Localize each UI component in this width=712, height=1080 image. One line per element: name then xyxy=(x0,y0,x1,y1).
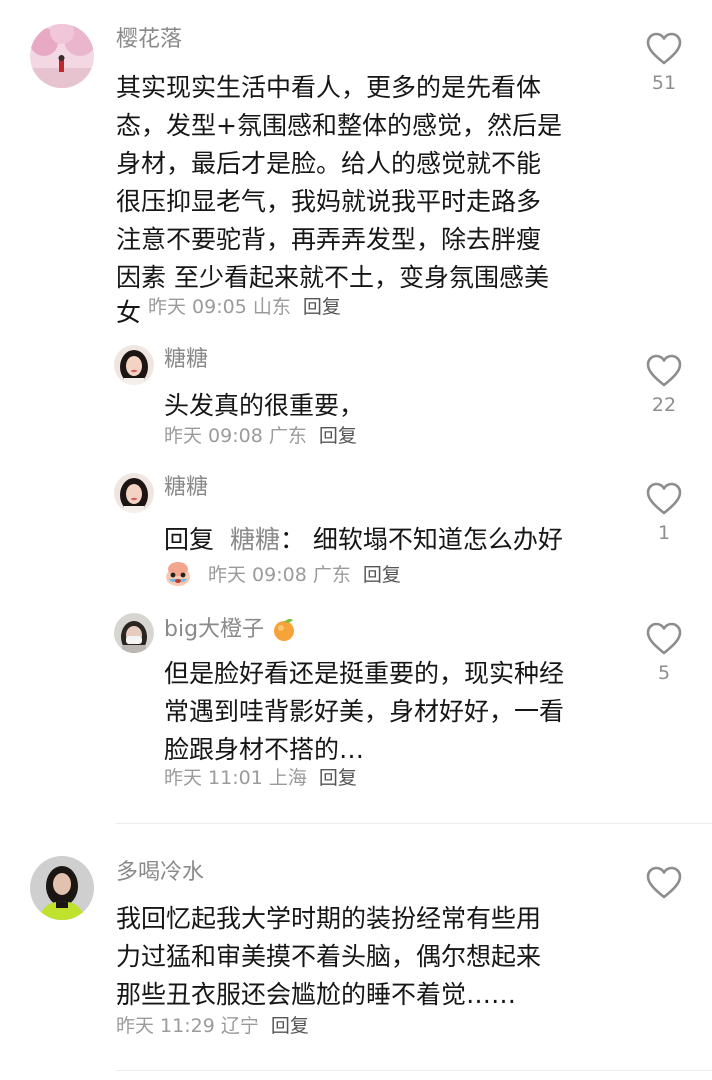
avatar[interactable] xyxy=(114,613,154,653)
comment-username[interactable]: 樱花落 xyxy=(116,26,182,54)
comment-location: 山东 xyxy=(252,296,291,318)
reply-meta: 昨天 09:08 广东 回复 xyxy=(164,424,357,448)
comment-location: 辽宁 xyxy=(220,1015,259,1037)
comment-text-line: 女 xyxy=(116,298,142,327)
heart-outline-icon xyxy=(646,866,682,899)
reply-button[interactable]: 回复 xyxy=(303,296,341,318)
reply-username[interactable]: 糖糖 xyxy=(164,474,208,502)
heart-outline-icon xyxy=(646,482,682,515)
reply-time: 昨天 09:08 xyxy=(208,564,307,586)
heart-outline-icon xyxy=(646,32,682,65)
like-button[interactable]: 1 xyxy=(634,482,694,544)
orange-emoji-icon xyxy=(271,616,297,642)
crying-sticker-icon xyxy=(164,559,192,587)
comment-text-line: 态，发型+氛围感和整体的感觉，然后是 xyxy=(116,111,562,140)
reply-button[interactable]: 回复 xyxy=(271,1015,309,1037)
reply-meta: 昨天 09:08 广东 回复 xyxy=(208,563,401,587)
comment-username[interactable]: 多喝冷水 xyxy=(116,859,204,887)
reply-text-line: 脸跟身材不搭的… xyxy=(164,735,365,764)
like-count: 5 xyxy=(657,662,671,684)
reply-meta: 昨天 11:01 上海 回复 xyxy=(164,766,357,790)
comment-text-line: 那些丑衣服还会尴尬的睡不着觉…… xyxy=(116,980,517,1009)
comment-text-line: 身材，最后才是脸。给人的感觉就不能 xyxy=(116,149,542,178)
like-button[interactable] xyxy=(634,866,694,900)
reply-username[interactable]: 糖糖 xyxy=(164,346,208,374)
comment-time: 昨天 09:05 xyxy=(148,296,247,318)
reply-time: 昨天 11:01 xyxy=(164,767,263,789)
reply-prefix: 回复 xyxy=(164,525,215,554)
reply-to-user[interactable]: 糖糖 xyxy=(230,525,280,554)
comment-time: 昨天 11:29 xyxy=(116,1015,215,1037)
reply-text: 头发真的很重要， xyxy=(164,391,365,420)
reply-button[interactable]: 回复 xyxy=(319,767,357,789)
reply-text-line: 常遇到哇背影好美，身材好好，一看 xyxy=(164,697,565,726)
reply-location: 上海 xyxy=(268,767,307,789)
like-button[interactable]: 5 xyxy=(634,622,694,684)
comment-meta: 昨天 09:05 山东 回复 xyxy=(148,295,341,319)
avatar[interactable] xyxy=(114,473,154,513)
heart-outline-icon xyxy=(646,354,682,387)
like-count: 51 xyxy=(651,72,677,94)
comment-text-line: 我回忆起我大学时期的装扮经常有些用 xyxy=(116,904,542,933)
comment-divider xyxy=(116,823,712,824)
avatar[interactable] xyxy=(30,24,94,88)
comment-text-line: 很压抑显老气，我妈就说我平时走路多 xyxy=(116,187,542,216)
avatar[interactable] xyxy=(30,856,94,920)
like-button[interactable]: 22 xyxy=(634,354,694,416)
comment-divider xyxy=(116,1070,712,1071)
comment-text-line: 因素 至少看起来就不土，变身氛围感美 xyxy=(116,263,549,292)
comment-text-line: 注意不要驼背，再弄弄发型，除去胖瘦 xyxy=(116,225,542,254)
like-count: 1 xyxy=(657,522,671,544)
avatar[interactable] xyxy=(114,345,154,385)
reply-location: 广东 xyxy=(312,564,351,586)
reply-button[interactable]: 回复 xyxy=(363,564,401,586)
reply-body: ： 细软塌不知道怎么办好 xyxy=(279,525,563,554)
reply-location: 广东 xyxy=(268,425,307,447)
reply-username[interactable]: big大橙子 xyxy=(164,616,297,644)
like-button[interactable]: 51 xyxy=(634,32,694,94)
reply-text-line: 但是脸好看还是挺重要的，现实种经 xyxy=(164,659,565,688)
reply-button[interactable]: 回复 xyxy=(319,425,357,447)
comment-meta: 昨天 11:29 辽宁 回复 xyxy=(116,1014,309,1038)
heart-outline-icon xyxy=(646,622,682,655)
reply-text: 回复 糖糖： 细软塌不知道怎么办好 xyxy=(164,520,563,556)
like-count: 22 xyxy=(651,394,677,416)
comment-text-line: 力过猛和审美摸不着头脑，偶尔想起来 xyxy=(116,942,542,971)
reply-time: 昨天 09:08 xyxy=(164,425,263,447)
comment-text-line: 其实现实生活中看人，更多的是先看体 xyxy=(116,73,542,102)
